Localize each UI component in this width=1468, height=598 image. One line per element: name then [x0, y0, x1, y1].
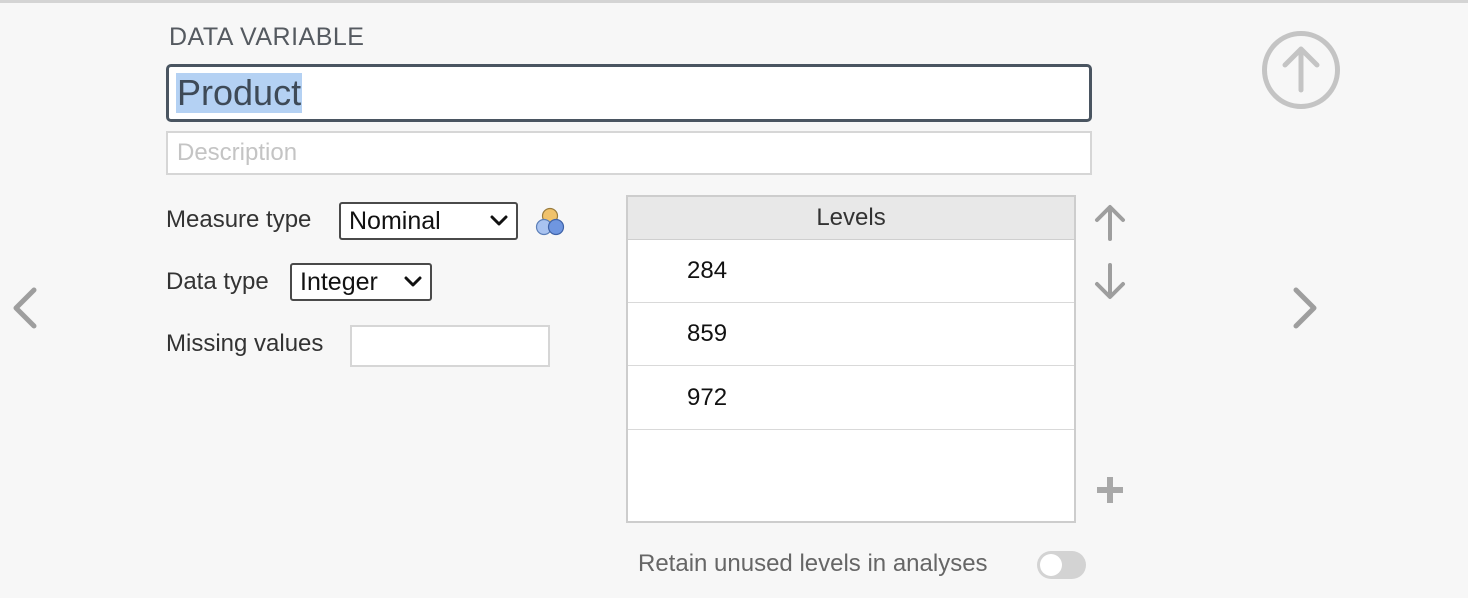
arrow-down-icon — [1095, 263, 1125, 299]
toggle-knob — [1040, 554, 1062, 576]
move-level-down-button[interactable] — [1093, 261, 1127, 301]
description-input[interactable]: Description — [166, 131, 1092, 175]
levels-table: Levels 284 859 972 — [626, 195, 1076, 523]
variable-setup-panel: DATA VARIABLE Product Description Measur… — [0, 0, 1468, 598]
data-type-label: Data type — [166, 268, 269, 295]
retain-unused-levels-label: Retain unused levels in analyses — [638, 550, 988, 577]
level-value: 859 — [687, 320, 728, 347]
arrow-up-icon — [1095, 205, 1125, 241]
retain-unused-levels-toggle[interactable] — [1037, 551, 1086, 579]
description-placeholder: Description — [177, 139, 298, 166]
level-row[interactable]: 284 — [628, 240, 1074, 303]
data-type-value: Integer — [300, 267, 378, 296]
data-type-select[interactable]: Integer — [290, 263, 432, 301]
chevron-left-icon — [13, 287, 37, 329]
level-value: 972 — [687, 383, 728, 411]
chevron-down-icon — [404, 276, 422, 287]
measure-type-label: Measure type — [166, 206, 312, 233]
missing-values-label: Missing values — [166, 330, 324, 357]
level-value: 284 — [687, 257, 728, 284]
level-row[interactable]: 972 — [628, 366, 1074, 430]
collapse-panel-button[interactable] — [1261, 30, 1341, 110]
section-title: DATA VARIABLE — [169, 23, 365, 51]
missing-values-input[interactable] — [350, 325, 550, 367]
chevron-down-icon — [490, 215, 508, 226]
previous-variable-button[interactable] — [10, 286, 40, 330]
chevron-right-icon — [1293, 287, 1317, 329]
plus-icon — [1097, 477, 1123, 503]
measure-type-select[interactable]: Nominal — [339, 202, 518, 240]
measure-type-value: Nominal — [349, 206, 441, 235]
level-row[interactable]: 859 — [628, 303, 1074, 366]
add-level-button[interactable] — [1093, 473, 1127, 507]
arrow-up-circle-icon — [1262, 31, 1340, 109]
next-variable-button[interactable] — [1290, 286, 1320, 330]
nominal-measure-icon — [535, 207, 565, 236]
levels-header: Levels — [628, 197, 1074, 240]
variable-name-text: Product — [176, 72, 303, 113]
move-level-up-button[interactable] — [1093, 203, 1127, 243]
variable-name-input[interactable]: Product — [166, 64, 1092, 122]
